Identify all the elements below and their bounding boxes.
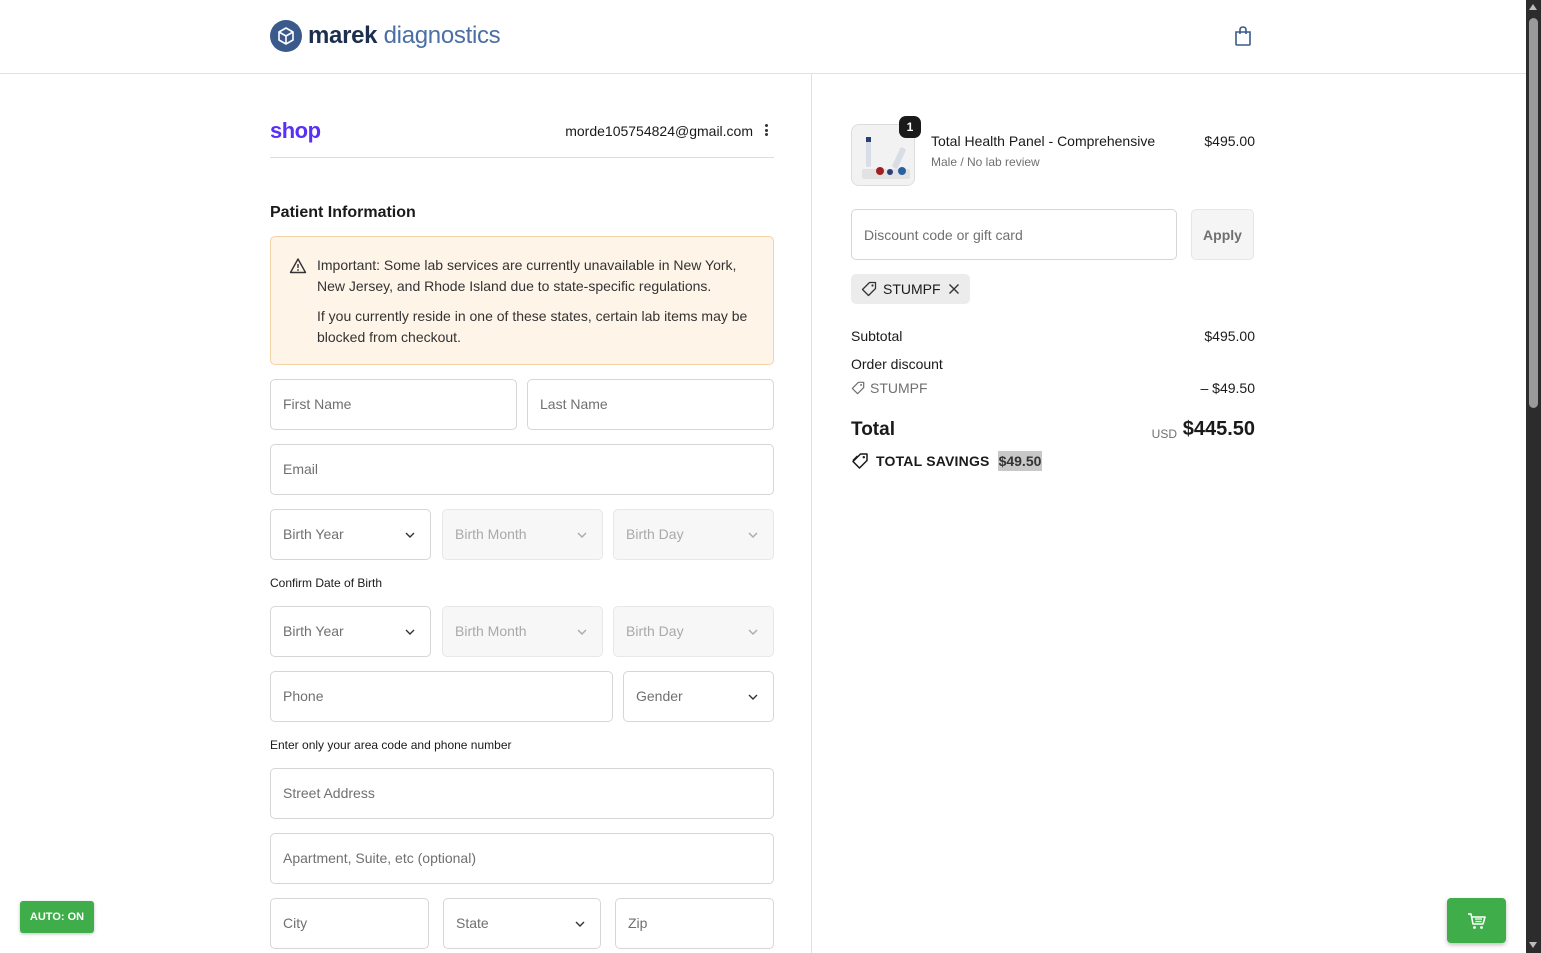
subtotal-row: Subtotal $495.00 [851,328,1255,344]
phone-input[interactable] [283,672,600,721]
savings-tag-icon [852,453,868,469]
subtotal-value: $495.00 [1204,328,1255,344]
remove-discount-icon[interactable] [948,283,960,295]
cube-logo-icon [270,20,302,52]
birth-day-select[interactable]: Birth Day [613,509,774,560]
cart-line-item: 1 Total Health Panel - Comprehensive Mal… [851,116,1255,186]
tag-icon [861,281,877,297]
chevron-down-icon [577,629,587,635]
account-email: morde105754824@gmail.com [565,123,753,139]
notice-line-1: Important: Some lab services are current… [317,257,737,294]
checkout-form-panel: shop morde105754824@gmail.com Patient In… [0,74,812,953]
state-select[interactable]: State [443,898,601,949]
city-field[interactable] [270,898,429,949]
scroll-up-arrow-icon[interactable] [1529,4,1537,10]
shopping-bag-icon[interactable] [1231,24,1255,48]
shop-pay-logo: shop [270,118,321,143]
email-input[interactable] [283,445,761,494]
shop-account-row: shop morde105754824@gmail.com [270,118,774,158]
chevron-down-icon [575,921,585,927]
patient-information-title: Patient Information [270,204,416,221]
birth-month-select[interactable]: Birth Month [442,509,603,560]
confirm-birth-year-value: Birth Year [283,623,344,639]
top-header: marek diagnostics [0,0,1526,74]
confirm-dob-label: Confirm Date of Birth [270,576,383,590]
gender-value: Gender [636,688,683,704]
discount-detail-value: – $49.50 [1200,380,1256,396]
first-name-field[interactable] [270,379,517,430]
street-address-input[interactable] [283,769,761,818]
total-value: $445.50 [1182,418,1255,440]
street-address-field[interactable] [270,768,774,819]
scrollbar-thumb[interactable] [1529,18,1538,408]
birth-year-value: Birth Year [283,526,344,542]
state-value: State [456,915,489,931]
apply-discount-button[interactable]: Apply [1191,209,1254,260]
chevron-down-icon [405,532,415,538]
total-savings-row: TOTAL SAVINGS $49.50 [851,450,1043,472]
applied-discount-code: STUMPF [883,281,941,297]
last-name-field[interactable] [527,379,774,430]
warning-icon [289,257,307,275]
quantity-badge: 1 [899,116,921,138]
chevron-down-icon [748,694,758,700]
state-restriction-notice: Important: Some lab services are current… [270,236,774,365]
chevron-down-icon [748,629,758,635]
order-summary-panel: 1 Total Health Panel - Comprehensive Mal… [813,74,1526,953]
confirm-birth-day-value: Birth Day [626,623,684,639]
total-row: Total USD $445.50 [851,418,1255,444]
phone-helper-text: Enter only your area code and phone numb… [270,738,512,752]
chevron-down-icon [405,629,415,635]
auto-mode-button[interactable]: AUTO: ON [20,901,94,933]
last-name-input[interactable] [540,380,761,429]
floating-cart-button[interactable] [1447,898,1506,943]
first-name-input[interactable] [283,380,504,429]
discount-code-input[interactable] [864,210,1164,259]
notice-line-2: If you currently reside in one of these … [317,308,748,345]
product-price: $495.00 [1204,133,1255,149]
total-savings-label: TOTAL SAVINGS [876,453,990,469]
total-label: Total [851,419,895,440]
confirm-birth-month-select[interactable]: Birth Month [442,606,603,657]
total-savings-value: $49.50 [997,451,1043,471]
scroll-down-arrow-icon[interactable] [1529,942,1537,948]
zip-input[interactable] [628,899,761,948]
brand-name-part1: marek [308,22,378,49]
confirm-birth-year-select[interactable]: Birth Year [270,606,431,657]
order-discount-row: Order discount [851,356,1255,372]
confirm-birth-day-select[interactable]: Birth Day [613,606,774,657]
product-variant: Male / No lab review [931,155,1040,169]
brand-logo[interactable]: marek diagnostics [270,20,501,52]
subtotal-label: Subtotal [851,328,903,344]
discount-code-field[interactable] [851,209,1177,260]
city-input[interactable] [283,899,416,948]
gender-select[interactable]: Gender [623,671,774,722]
birth-day-value: Birth Day [626,526,684,542]
chevron-down-icon [748,532,758,538]
more-options-icon[interactable] [762,122,770,138]
cart-icon [1467,912,1486,929]
chevron-down-icon [577,532,587,538]
discount-detail-code: STUMPF [870,380,928,396]
brand-name-part2: diagnostics [383,22,501,49]
confirm-birth-month-value: Birth Month [455,623,527,639]
birth-year-select[interactable]: Birth Year [270,509,431,560]
birth-month-value: Birth Month [455,526,527,542]
apartment-input[interactable] [283,834,761,883]
tag-icon [851,381,865,395]
email-field[interactable] [270,444,774,495]
page-scrollbar[interactable] [1526,0,1541,953]
applied-discount-chip: STUMPF [851,274,970,304]
order-discount-label: Order discount [851,356,943,372]
phone-field[interactable] [270,671,613,722]
apartment-field[interactable] [270,833,774,884]
brand-name: marek diagnostics [308,22,501,50]
product-name: Total Health Panel - Comprehensive [931,133,1156,149]
zip-field[interactable] [615,898,774,949]
total-currency: USD [1151,427,1177,441]
